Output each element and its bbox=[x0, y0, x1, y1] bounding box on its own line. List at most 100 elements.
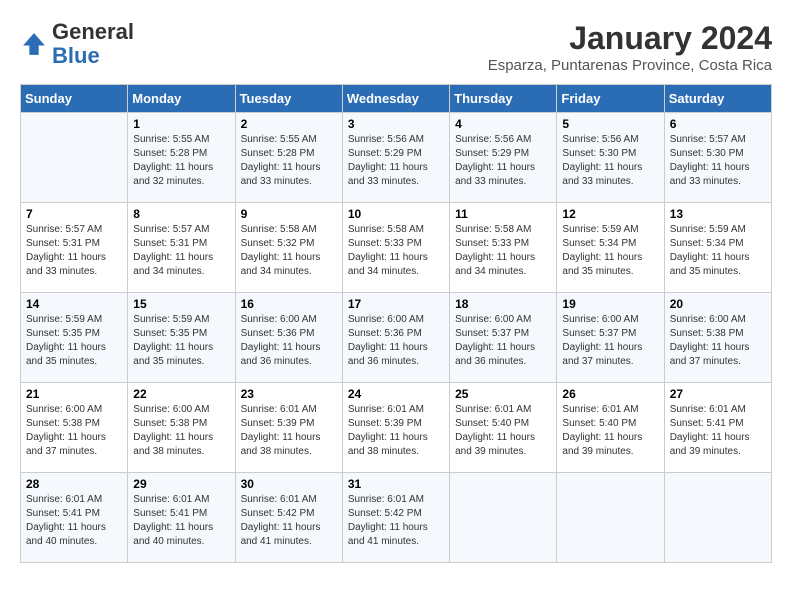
day-number: 27 bbox=[670, 387, 766, 401]
calendar-cell: 8 Sunrise: 5:57 AM Sunset: 5:31 PM Daylig… bbox=[128, 203, 235, 293]
day-info: Sunrise: 6:00 AM Sunset: 5:38 PM Dayligh… bbox=[670, 313, 766, 369]
calendar-cell: 31Sunrise: 6:01 AM Sunset: 5:42 PM Dayli… bbox=[342, 473, 449, 563]
calendar-cell: 15Sunrise: 5:59 AM Sunset: 5:35 PM Dayli… bbox=[128, 293, 235, 383]
day-info: Sunrise: 6:00 AM Sunset: 5:36 PM Dayligh… bbox=[348, 313, 444, 369]
day-info: Sunrise: 5:58 AM Sunset: 5:33 PM Dayligh… bbox=[348, 223, 444, 279]
day-info: Sunrise: 5:57 AM Sunset: 5:30 PM Dayligh… bbox=[670, 133, 766, 189]
day-info: Sunrise: 5:59 AM Sunset: 5:34 PM Dayligh… bbox=[670, 223, 766, 279]
day-number: 3 bbox=[348, 117, 444, 131]
day-info: Sunrise: 5:55 AM Sunset: 5:28 PM Dayligh… bbox=[241, 133, 337, 189]
day-info: Sunrise: 5:58 AM Sunset: 5:33 PM Dayligh… bbox=[455, 223, 551, 279]
day-number: 5 bbox=[562, 117, 658, 131]
day-info: Sunrise: 6:01 AM Sunset: 5:41 PM Dayligh… bbox=[133, 493, 229, 549]
calendar-cell: 2 Sunrise: 5:55 AM Sunset: 5:28 PM Daylig… bbox=[235, 113, 342, 203]
calendar-cell: 20 Sunrise: 6:00 AM Sunset: 5:38 PM Dayli… bbox=[664, 293, 771, 383]
calendar-cell: 9 Sunrise: 5:58 AM Sunset: 5:32 PM Daylig… bbox=[235, 203, 342, 293]
calendar-cell: 7 Sunrise: 5:57 AM Sunset: 5:31 PM Daylig… bbox=[21, 203, 128, 293]
day-info: Sunrise: 6:01 AM Sunset: 5:41 PM Dayligh… bbox=[670, 403, 766, 459]
calendar-cell: 12 Sunrise: 5:59 AM Sunset: 5:34 PM Dayli… bbox=[557, 203, 664, 293]
day-number: 17 bbox=[348, 297, 444, 311]
day-info: Sunrise: 5:56 AM Sunset: 5:29 PM Dayligh… bbox=[455, 133, 551, 189]
calendar-cell bbox=[450, 473, 557, 563]
main-title: January 2024 bbox=[488, 20, 772, 57]
day-number: 19 bbox=[562, 297, 658, 311]
day-info: Sunrise: 6:00 AM Sunset: 5:37 PM Dayligh… bbox=[455, 313, 551, 369]
day-number: 30 bbox=[241, 477, 337, 491]
calendar-cell: 4Sunrise: 5:56 AM Sunset: 5:29 PM Daylig… bbox=[450, 113, 557, 203]
day-info: Sunrise: 5:59 AM Sunset: 5:34 PM Dayligh… bbox=[562, 223, 658, 279]
calendar-cell: 27 Sunrise: 6:01 AM Sunset: 5:41 PM Dayli… bbox=[664, 383, 771, 473]
day-number: 14 bbox=[26, 297, 122, 311]
page-header: General Blue January 2024 Esparza, Punta… bbox=[20, 20, 772, 74]
calendar-week-row: 7 Sunrise: 5:57 AM Sunset: 5:31 PM Daylig… bbox=[21, 203, 772, 293]
title-block: January 2024 Esparza, Puntarenas Provinc… bbox=[488, 20, 772, 74]
calendar-cell: 18 Sunrise: 6:00 AM Sunset: 5:37 PM Dayli… bbox=[450, 293, 557, 383]
calendar-cell: 21Sunrise: 6:00 AM Sunset: 5:38 PM Dayli… bbox=[21, 383, 128, 473]
day-info: Sunrise: 5:59 AM Sunset: 5:35 PM Dayligh… bbox=[26, 313, 122, 369]
calendar-cell: 3 Sunrise: 5:56 AM Sunset: 5:29 PM Daylig… bbox=[342, 113, 449, 203]
col-header-sunday: Sunday bbox=[21, 85, 128, 113]
calendar-cell: 26Sunrise: 6:01 AM Sunset: 5:40 PM Dayli… bbox=[557, 383, 664, 473]
calendar-week-row: 1Sunrise: 5:55 AM Sunset: 5:28 PM Daylig… bbox=[21, 113, 772, 203]
calendar-week-row: 14 Sunrise: 5:59 AM Sunset: 5:35 PM Dayli… bbox=[21, 293, 772, 383]
calendar-cell: 28Sunrise: 6:01 AM Sunset: 5:41 PM Dayli… bbox=[21, 473, 128, 563]
col-header-thursday: Thursday bbox=[450, 85, 557, 113]
calendar-cell: 6 Sunrise: 5:57 AM Sunset: 5:30 PM Daylig… bbox=[664, 113, 771, 203]
day-number: 31 bbox=[348, 477, 444, 491]
logo: General Blue bbox=[20, 20, 134, 68]
day-number: 18 bbox=[455, 297, 551, 311]
day-info: Sunrise: 5:59 AM Sunset: 5:35 PM Dayligh… bbox=[133, 313, 229, 369]
col-header-saturday: Saturday bbox=[664, 85, 771, 113]
col-header-friday: Friday bbox=[557, 85, 664, 113]
day-number: 11 bbox=[455, 207, 551, 221]
logo-icon bbox=[20, 30, 48, 58]
day-info: Sunrise: 6:01 AM Sunset: 5:39 PM Dayligh… bbox=[241, 403, 337, 459]
calendar-cell: 19Sunrise: 6:00 AM Sunset: 5:37 PM Dayli… bbox=[557, 293, 664, 383]
day-number: 16 bbox=[241, 297, 337, 311]
day-info: Sunrise: 5:55 AM Sunset: 5:28 PM Dayligh… bbox=[133, 133, 229, 189]
day-info: Sunrise: 6:00 AM Sunset: 5:36 PM Dayligh… bbox=[241, 313, 337, 369]
day-info: Sunrise: 5:58 AM Sunset: 5:32 PM Dayligh… bbox=[241, 223, 337, 279]
calendar-cell: 25 Sunrise: 6:01 AM Sunset: 5:40 PM Dayli… bbox=[450, 383, 557, 473]
calendar-cell: 23 Sunrise: 6:01 AM Sunset: 5:39 PM Dayli… bbox=[235, 383, 342, 473]
day-info: Sunrise: 6:00 AM Sunset: 5:38 PM Dayligh… bbox=[133, 403, 229, 459]
calendar-table: SundayMondayTuesdayWednesdayThursdayFrid… bbox=[20, 84, 772, 563]
calendar-week-row: 21 Sunrise: 6:00 AM Sunset: 5:38 PM Dayli… bbox=[21, 383, 772, 473]
day-number: 10 bbox=[348, 207, 444, 221]
calendar-cell bbox=[557, 473, 664, 563]
day-number: 20 bbox=[670, 297, 766, 311]
day-number: 7 bbox=[26, 207, 122, 221]
day-info: Sunrise: 5:57 AM Sunset: 5:31 PM Dayligh… bbox=[26, 223, 122, 279]
calendar-cell: 17 Sunrise: 6:00 AM Sunset: 5:36 PM Dayli… bbox=[342, 293, 449, 383]
day-number: 25 bbox=[455, 387, 551, 401]
day-info: Sunrise: 6:01 AM Sunset: 5:39 PM Dayligh… bbox=[348, 403, 444, 459]
calendar-cell: 16 Sunrise: 6:00 AM Sunset: 5:36 PM Dayli… bbox=[235, 293, 342, 383]
day-number: 28 bbox=[26, 477, 122, 491]
day-number: 9 bbox=[241, 207, 337, 221]
col-header-monday: Monday bbox=[128, 85, 235, 113]
day-number: 2 bbox=[241, 117, 337, 131]
day-number: 26 bbox=[562, 387, 658, 401]
day-number: 6 bbox=[670, 117, 766, 131]
day-number: 12 bbox=[562, 207, 658, 221]
day-number: 23 bbox=[241, 387, 337, 401]
calendar-header-row: SundayMondayTuesdayWednesdayThursdayFrid… bbox=[21, 85, 772, 113]
col-header-wednesday: Wednesday bbox=[342, 85, 449, 113]
col-header-tuesday: Tuesday bbox=[235, 85, 342, 113]
day-number: 8 bbox=[133, 207, 229, 221]
day-info: Sunrise: 5:57 AM Sunset: 5:31 PM Dayligh… bbox=[133, 223, 229, 279]
calendar-cell: 24Sunrise: 6:01 AM Sunset: 5:39 PM Dayli… bbox=[342, 383, 449, 473]
day-info: Sunrise: 5:56 AM Sunset: 5:29 PM Dayligh… bbox=[348, 133, 444, 189]
calendar-cell: 11 Sunrise: 5:58 AM Sunset: 5:33 PM Dayli… bbox=[450, 203, 557, 293]
calendar-cell: 14 Sunrise: 5:59 AM Sunset: 5:35 PM Dayli… bbox=[21, 293, 128, 383]
day-number: 29 bbox=[133, 477, 229, 491]
day-info: Sunrise: 6:01 AM Sunset: 5:40 PM Dayligh… bbox=[455, 403, 551, 459]
calendar-cell: 10 Sunrise: 5:58 AM Sunset: 5:33 PM Dayli… bbox=[342, 203, 449, 293]
day-number: 21 bbox=[26, 387, 122, 401]
subtitle: Esparza, Puntarenas Province, Costa Rica bbox=[488, 57, 772, 74]
calendar-cell: 22 Sunrise: 6:00 AM Sunset: 5:38 PM Dayli… bbox=[128, 383, 235, 473]
day-number: 22 bbox=[133, 387, 229, 401]
day-info: Sunrise: 5:56 AM Sunset: 5:30 PM Dayligh… bbox=[562, 133, 658, 189]
calendar-cell bbox=[664, 473, 771, 563]
calendar-cell bbox=[21, 113, 128, 203]
